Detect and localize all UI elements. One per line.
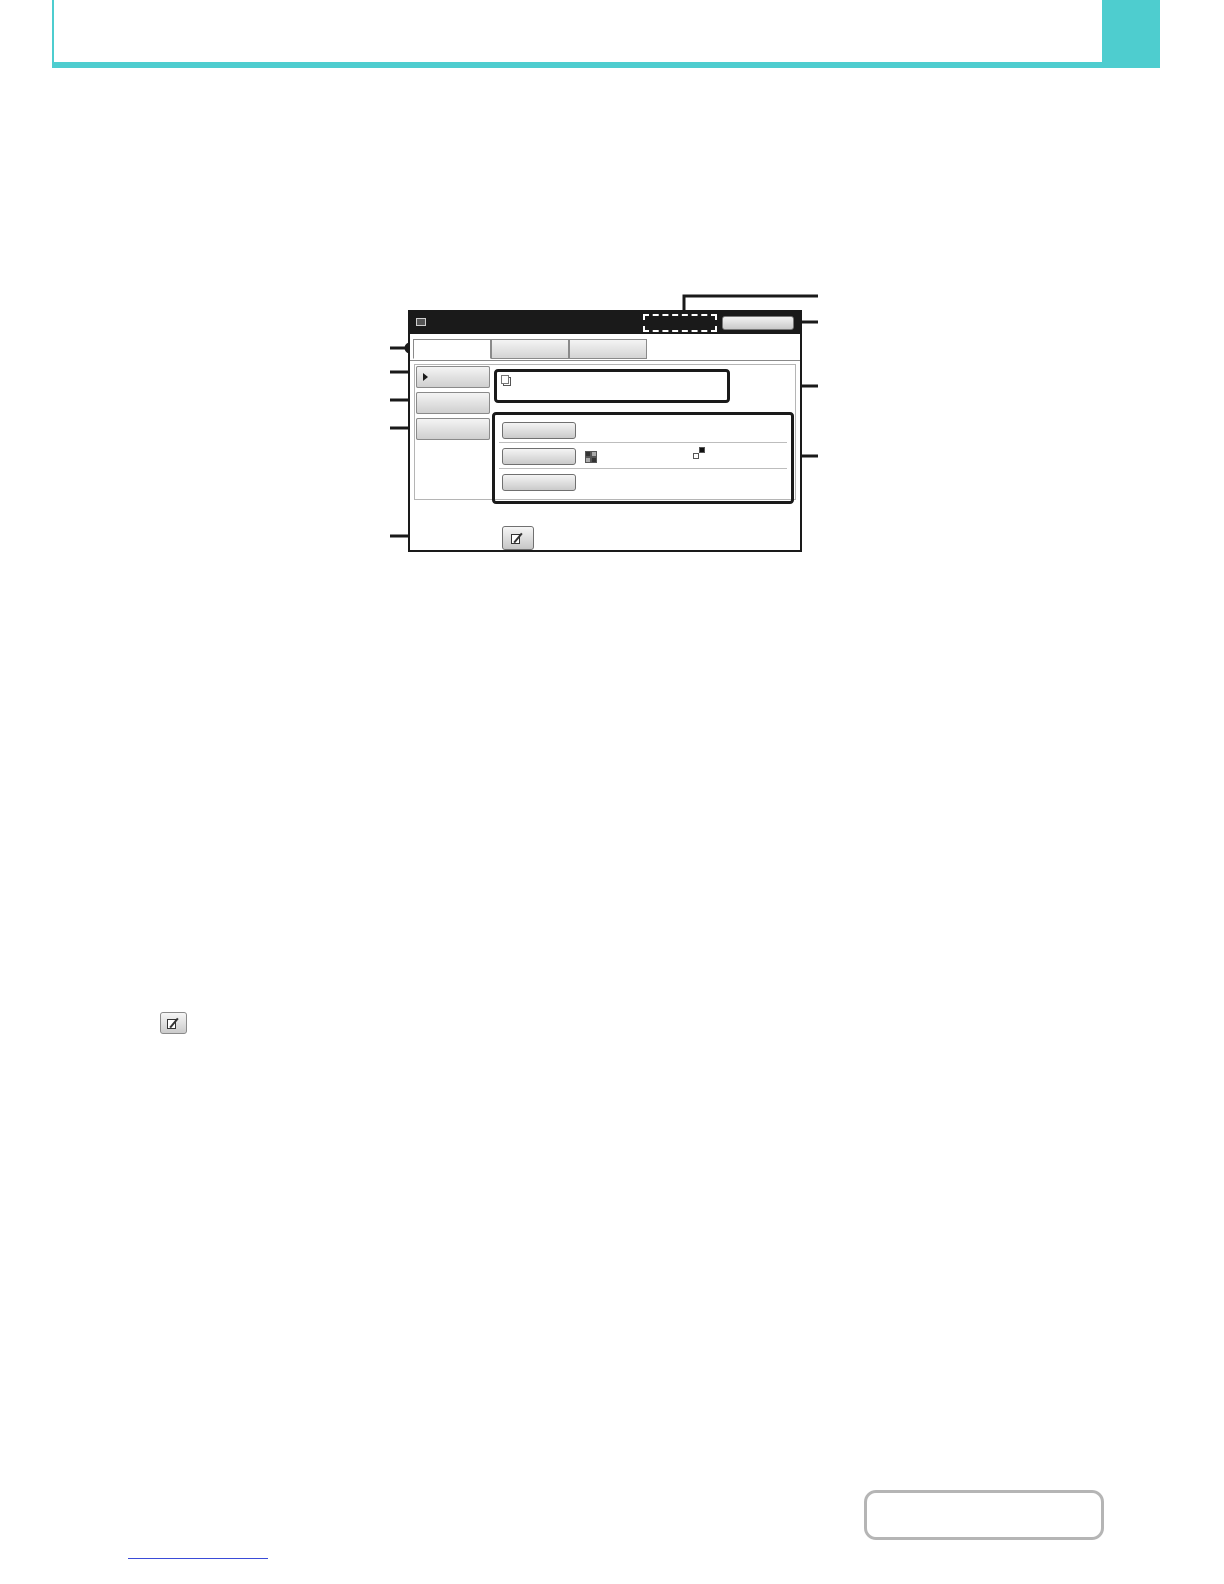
title-bar bbox=[410, 312, 800, 334]
side-button-3[interactable] bbox=[416, 418, 490, 440]
status-display-area bbox=[643, 314, 717, 332]
four-square-icon bbox=[585, 451, 597, 463]
footer-link[interactable] bbox=[128, 1558, 268, 1559]
settings-row-3 bbox=[499, 469, 787, 495]
tab-1[interactable] bbox=[413, 339, 491, 359]
edit-document-icon bbox=[167, 1017, 181, 1030]
edit-button[interactable] bbox=[502, 526, 534, 550]
contents-button[interactable] bbox=[864, 1490, 1104, 1540]
display-mode-icon bbox=[416, 318, 426, 326]
two-square-icon bbox=[693, 447, 705, 459]
tab-row bbox=[413, 339, 647, 361]
info-display-box bbox=[494, 369, 730, 403]
tab-2[interactable] bbox=[491, 339, 569, 359]
settings-row-3-button[interactable] bbox=[502, 474, 576, 491]
settings-row-1-button[interactable] bbox=[502, 422, 576, 439]
settings-box bbox=[492, 412, 794, 504]
screen-diagram bbox=[0, 0, 1224, 600]
tab-divider bbox=[410, 360, 800, 361]
tab-3[interactable] bbox=[569, 339, 647, 359]
side-button-2[interactable] bbox=[416, 392, 490, 414]
settings-row-1 bbox=[499, 417, 787, 443]
triangle-right-icon bbox=[423, 373, 428, 381]
touch-panel-screen bbox=[408, 310, 802, 552]
document-icon bbox=[501, 375, 511, 386]
settings-row-2 bbox=[499, 443, 787, 469]
side-button-1[interactable] bbox=[416, 366, 490, 388]
edit-icon-button bbox=[160, 1012, 187, 1034]
settings-row-2-button[interactable] bbox=[502, 448, 576, 465]
edit-document-icon bbox=[511, 532, 525, 545]
title-bar-button[interactable] bbox=[722, 316, 794, 330]
